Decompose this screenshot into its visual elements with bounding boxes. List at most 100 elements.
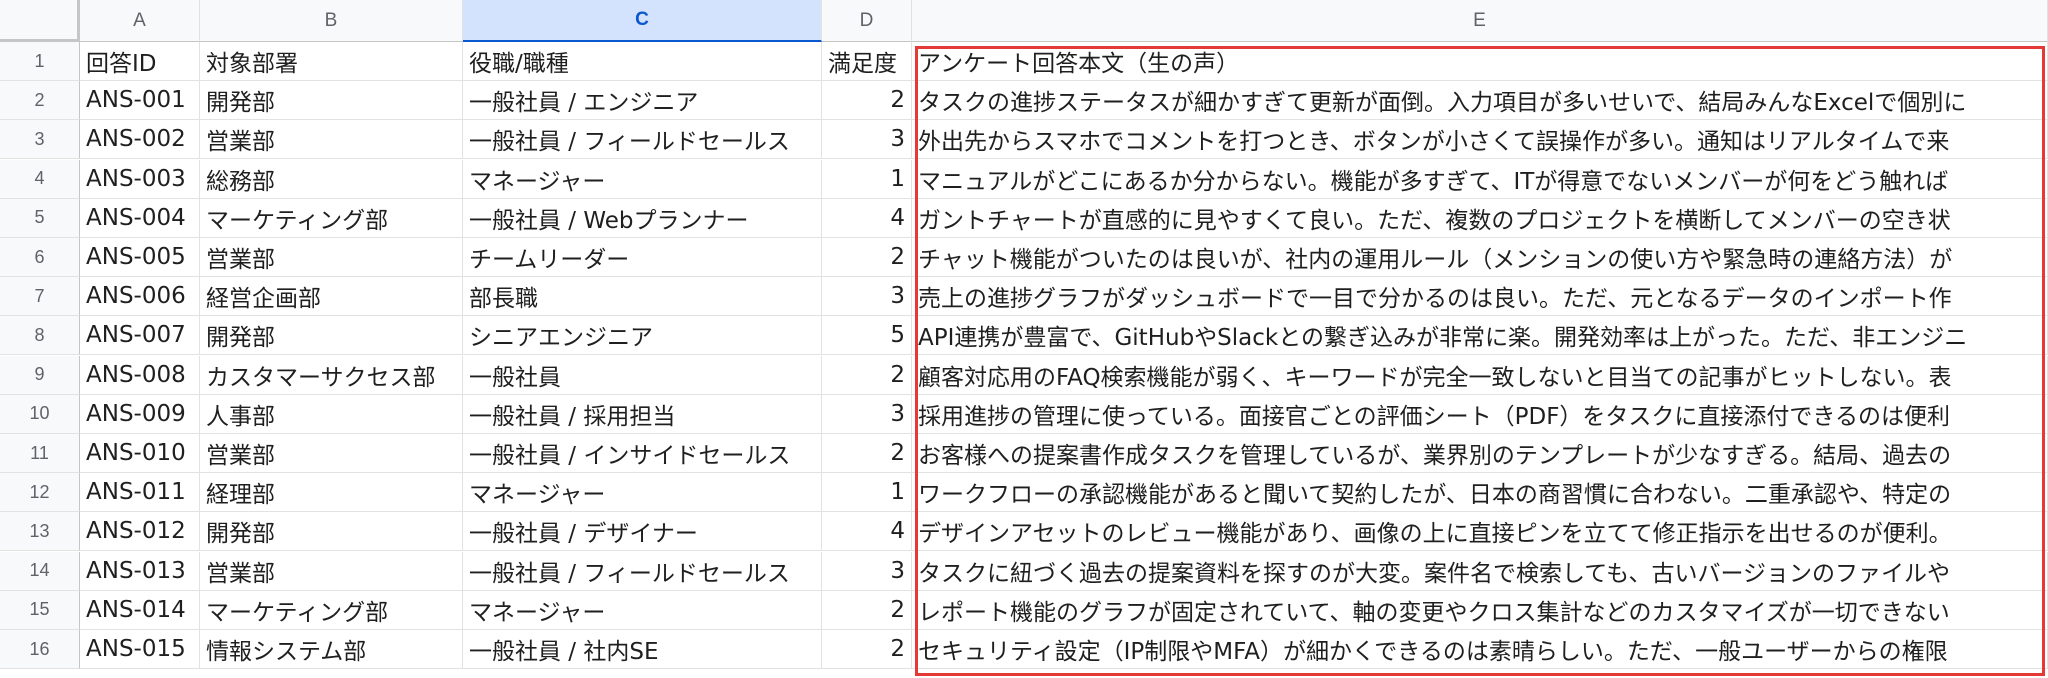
cell-response-text[interactable]: 外出先からスマホでコメントを打つとき、ボタンが小さくて誤操作が多い。通知はリアル… [912,120,2048,160]
cell-response-text[interactable]: お客様への提案書作成タスクを管理しているが、業界別のテンプレートが少なすぎる。結… [912,434,2048,473]
row-header[interactable]: 11 [0,434,80,473]
cell-response-text[interactable]: アンケート回答本文（生の声） [912,42,2048,81]
cell-response-id[interactable]: ANS-002 [80,120,200,160]
cell-response-id[interactable]: 回答ID [80,42,200,81]
cell-response-text[interactable]: レポート機能のグラフが固定されていて、軸の変更やクロス集計などのカスタマイズが一… [912,590,2048,630]
cell-role[interactable]: 一般社員 / インサイドセールス [463,434,822,473]
cell-satisfaction[interactable]: 4 [822,198,912,238]
cell-response-text[interactable]: 顧客対応用のFAQ検索機能が弱く、キーワードが完全一致しないと目当ての記事がヒッ… [912,355,2048,395]
column-header-a[interactable]: A [80,0,200,42]
cell-role[interactable]: 一般社員 / フィールドセールス [463,120,822,160]
row-header[interactable]: 9 [0,355,80,395]
cell-department[interactable]: 情報システム部 [200,630,463,669]
cell-response-id[interactable]: ANS-006 [80,277,200,317]
cell-response-text[interactable]: API連携が豊富で、GitHubやSlackとの繋ぎ込みが非常に楽。開発効率は上… [912,316,2048,356]
cell-satisfaction[interactable]: 2 [822,238,912,277]
cell-response-id[interactable]: ANS-012 [80,512,200,552]
row-header[interactable]: 1 [0,42,80,81]
cell-response-id[interactable]: ANS-010 [80,434,200,473]
cell-response-text[interactable]: タスクに紐づく過去の提案資料を探すのが大変。案件名で検索しても、古いバージョンの… [912,551,2048,591]
row-header[interactable]: 16 [0,630,80,669]
cell-role[interactable]: 部長職 [463,277,822,317]
cell-role[interactable]: チームリーダー [463,238,822,277]
cell-role[interactable]: 役職/職種 [463,42,822,81]
row-header[interactable]: 7 [0,277,80,317]
cell-role[interactable]: 一般社員 / エンジニア [463,81,822,121]
cell-satisfaction[interactable]: 2 [822,630,912,669]
cell-satisfaction[interactable]: 3 [822,394,912,434]
cell-response-text[interactable]: チャット機能がついたのは良いが、社内の運用ルール（メンションの使い方や緊急時の連… [912,238,2048,277]
row-header[interactable]: 12 [0,473,80,513]
cell-satisfaction[interactable]: 5 [822,316,912,356]
row-header[interactable]: 13 [0,512,80,552]
row-header[interactable]: 14 [0,551,80,591]
row-header[interactable]: 2 [0,81,80,121]
cell-satisfaction[interactable]: 2 [822,590,912,630]
cell-response-id[interactable]: ANS-011 [80,473,200,513]
cell-response-id[interactable]: ANS-007 [80,316,200,356]
cell-satisfaction[interactable]: 3 [822,551,912,591]
column-header-b[interactable]: B [200,0,463,42]
cell-role[interactable]: マネージャー [463,590,822,630]
cell-satisfaction[interactable]: 2 [822,355,912,395]
cell-response-text[interactable]: ワークフローの承認機能があると聞いて契約したが、日本の商習慣に合わない。二重承認… [912,473,2048,513]
cell-department[interactable]: 開発部 [200,512,463,552]
cell-response-id[interactable]: ANS-013 [80,551,200,591]
cell-department[interactable]: カスタマーサクセス部 [200,355,463,395]
cell-role[interactable]: シニアエンジニア [463,316,822,356]
cell-satisfaction[interactable]: 2 [822,81,912,121]
cell-response-id[interactable]: ANS-003 [80,159,200,199]
cell-satisfaction[interactable]: 3 [822,277,912,317]
cell-department[interactable]: 経理部 [200,473,463,513]
cell-satisfaction[interactable]: 満足度 [822,42,912,81]
cell-response-id[interactable]: ANS-005 [80,238,200,277]
row-header[interactable]: 15 [0,590,80,630]
cell-satisfaction[interactable]: 1 [822,473,912,513]
column-header-e[interactable]: E [912,0,2048,42]
cell-role[interactable]: 一般社員 / Webプランナー [463,198,822,238]
cell-response-id[interactable]: ANS-014 [80,590,200,630]
row-header[interactable]: 4 [0,159,80,199]
cell-department[interactable]: 経営企画部 [200,277,463,317]
cell-response-text[interactable]: デザインアセットのレビュー機能があり、画像の上に直接ピンを立てて修正指示を出せる… [912,512,2048,552]
column-header-d[interactable]: D [822,0,912,42]
cell-response-text[interactable]: セキュリティ設定（IP制限やMFA）が細かくできるのは素晴らしい。ただ、一般ユー… [912,630,2048,669]
cell-department[interactable]: 開発部 [200,81,463,121]
cell-response-id[interactable]: ANS-001 [80,81,200,121]
cell-response-id[interactable]: ANS-009 [80,394,200,434]
cell-department[interactable]: 営業部 [200,238,463,277]
cell-response-id[interactable]: ANS-015 [80,630,200,669]
cell-department[interactable]: 対象部署 [200,42,463,81]
cell-department[interactable]: 営業部 [200,551,463,591]
select-all-corner[interactable] [0,0,80,42]
cell-department[interactable]: 営業部 [200,120,463,160]
row-header[interactable]: 10 [0,394,80,434]
cell-role[interactable]: 一般社員 [463,355,822,395]
cell-department[interactable]: マーケティング部 [200,198,463,238]
cell-response-text[interactable]: マニュアルがどこにあるか分からない。機能が多すぎて、ITが得意でないメンバーが何… [912,159,2048,199]
cell-department[interactable]: マーケティング部 [200,590,463,630]
cell-role[interactable]: 一般社員 / 採用担当 [463,394,822,434]
cell-role[interactable]: 一般社員 / フィールドセールス [463,551,822,591]
cell-role[interactable]: マネージャー [463,159,822,199]
cell-satisfaction[interactable]: 1 [822,159,912,199]
cell-response-id[interactable]: ANS-004 [80,198,200,238]
cell-department[interactable]: 開発部 [200,316,463,356]
cell-department[interactable]: 総務部 [200,159,463,199]
row-header[interactable]: 5 [0,198,80,238]
cell-department[interactable]: 人事部 [200,394,463,434]
cell-role[interactable]: 一般社員 / 社内SE [463,630,822,669]
cell-department[interactable]: 営業部 [200,434,463,473]
cell-satisfaction[interactable]: 3 [822,120,912,160]
row-header[interactable]: 3 [0,120,80,160]
cell-response-text[interactable]: ガントチャートが直感的に見やすくて良い。ただ、複数のプロジェクトを横断してメンバ… [912,198,2048,238]
cell-satisfaction[interactable]: 4 [822,512,912,552]
row-header[interactable]: 8 [0,316,80,356]
cell-response-text[interactable]: 採用進捗の管理に使っている。面接官ごとの評価シート（PDF）をタスクに直接添付で… [912,394,2048,434]
cell-response-text[interactable]: タスクの進捗ステータスが細かすぎて更新が面倒。入力項目が多いせいで、結局みんなE… [912,81,2048,121]
cell-role[interactable]: 一般社員 / デザイナー [463,512,822,552]
column-header-c[interactable]: C [463,0,822,42]
cell-response-text[interactable]: 売上の進捗グラフがダッシュボードで一目で分かるのは良い。ただ、元となるデータのイ… [912,277,2048,317]
cell-role[interactable]: マネージャー [463,473,822,513]
cell-satisfaction[interactable]: 2 [822,434,912,473]
